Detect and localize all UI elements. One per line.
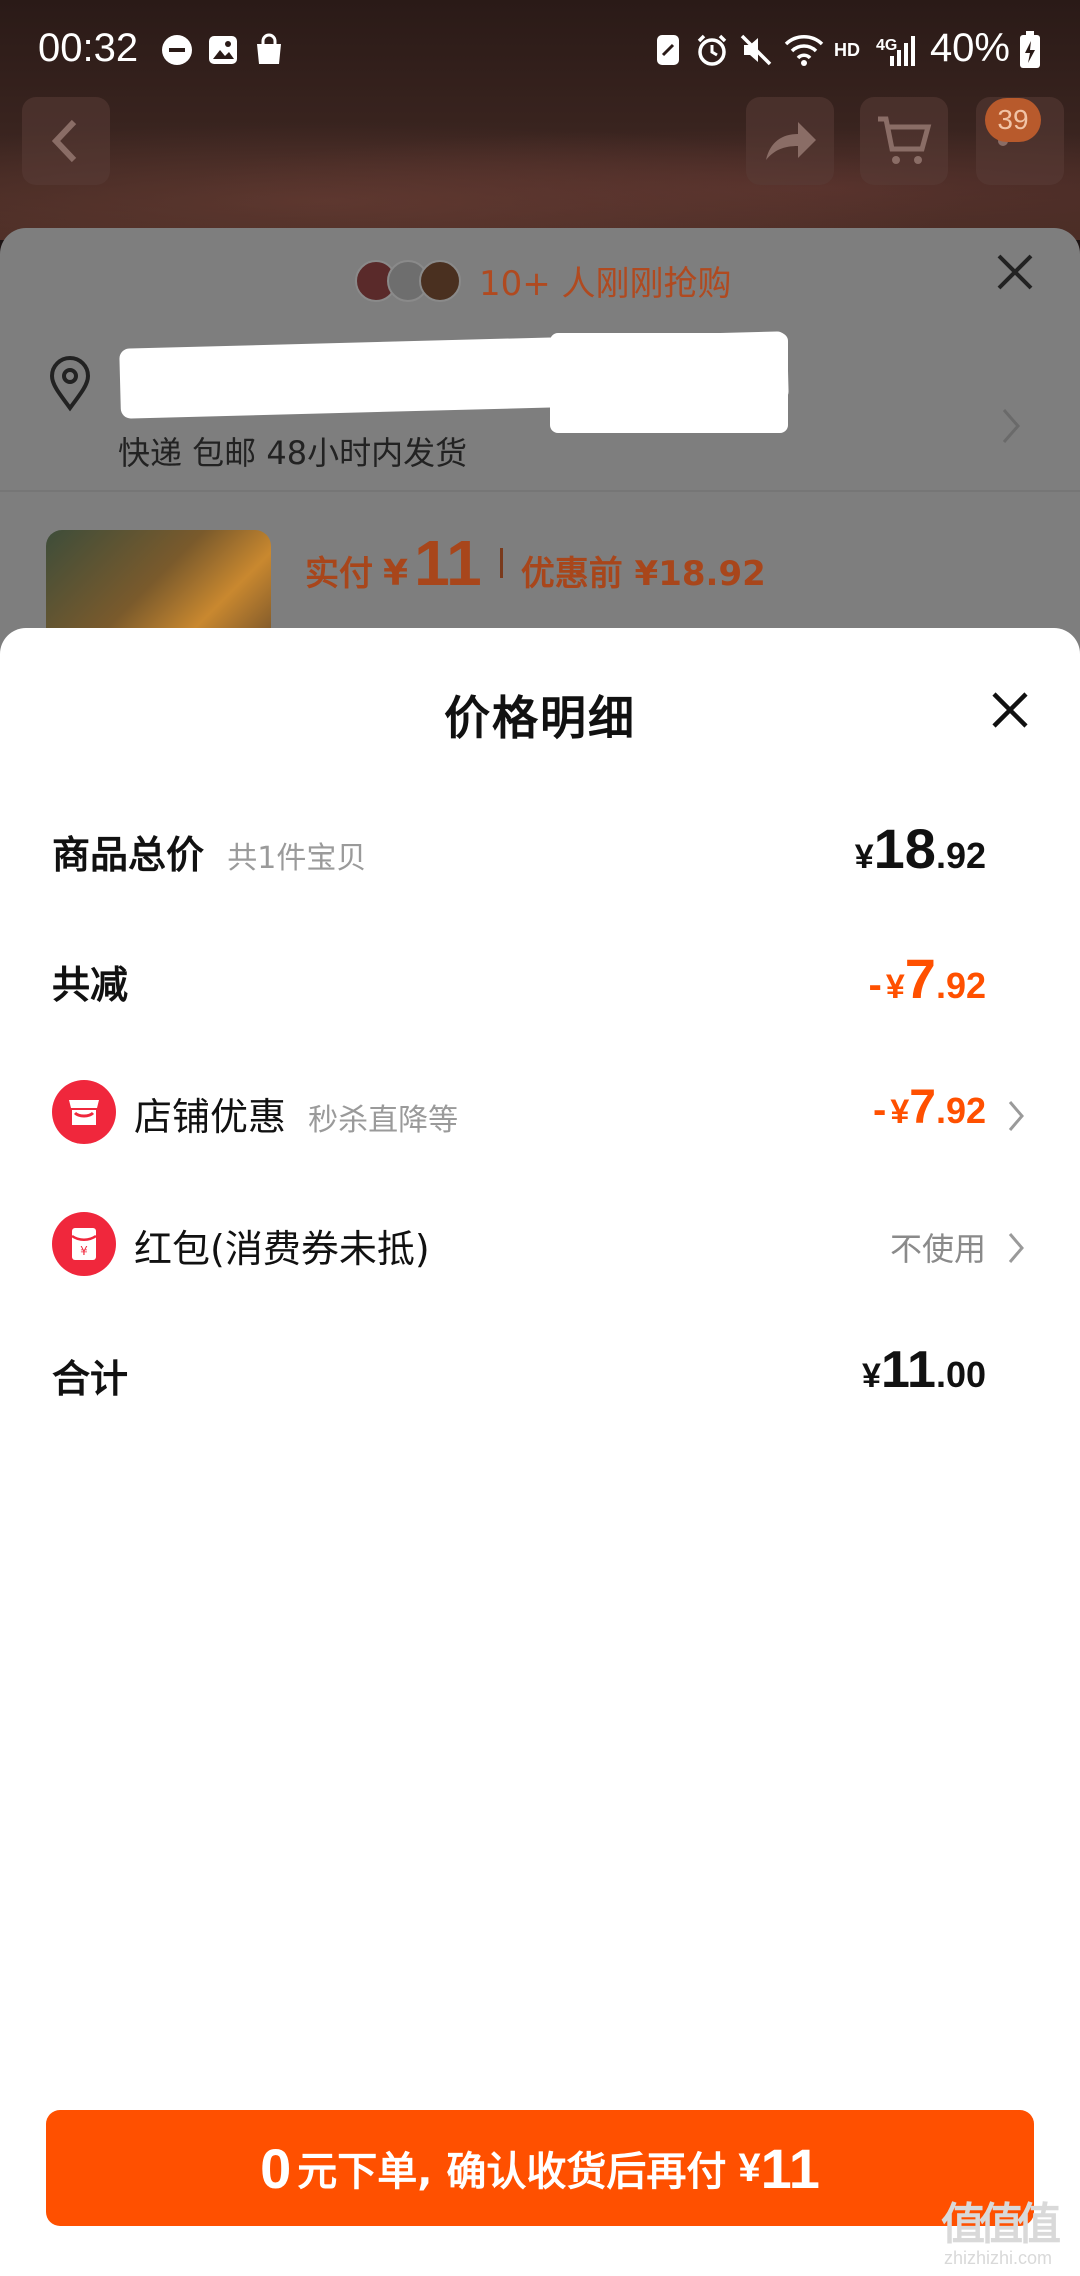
- grand-total-row: 合计 ¥ 11 .00: [0, 1334, 1080, 1414]
- chevron-right-icon: [1008, 1101, 1024, 1131]
- total-reduction-label: 共减: [52, 963, 129, 1007]
- minus-circle-icon: [160, 32, 194, 68]
- battery-charging-icon: [1018, 31, 1042, 68]
- cta-zero: 0: [260, 2136, 292, 2200]
- grand-total-price: ¥ 11 .00: [862, 1340, 986, 1400]
- battery-percent: 40%: [929, 26, 1010, 70]
- watermark-logo: 值值值: [941, 2199, 1061, 2250]
- divider: [499, 548, 503, 578]
- mute-icon: [738, 32, 774, 68]
- cart-icon: [878, 116, 932, 164]
- shop-discount-price: - ¥ 7 .92: [873, 1080, 986, 1135]
- red-packet-row[interactable]: ¥ 红包(消费券未抵) 不使用: [0, 1204, 1080, 1284]
- goods-count: 共1件宝贝: [227, 841, 367, 876]
- order-panel: 10+ 人刚刚抢购 快递 包邮 48小时内发货 实付 ¥ 11 优惠前 ¥18.…: [0, 228, 1080, 658]
- price-dec: .92: [935, 835, 986, 876]
- grand-total-label: 合计: [52, 1357, 129, 1401]
- price-detail-sheet: 价格明细 商品总价 共1件宝贝 ¥ 18 .92 共减 - ¥ 7 .92 店铺…: [0, 628, 1080, 2276]
- price-yen: ¥: [862, 1357, 881, 1395]
- wifi-icon: [784, 32, 824, 68]
- pre-discount-price: 优惠前 ¥18.92: [520, 554, 766, 594]
- price-int: 7: [909, 1081, 936, 1134]
- cart-button[interactable]: [860, 97, 948, 185]
- price-minus: -: [868, 963, 882, 1007]
- paid-label: 实付: [305, 554, 373, 594]
- recent-buyers-text: 10+ 人刚刚抢购: [479, 264, 732, 304]
- paid-price: 实付 ¥ 11 优惠前 ¥18.92: [305, 526, 766, 600]
- cart-count-badge: 39: [985, 98, 1041, 142]
- goods-total-label: 商品总价 共1件宝贝: [52, 824, 366, 879]
- status-time: 00:32: [38, 26, 139, 70]
- goods-total-price: ¥ 18 .92: [855, 816, 986, 881]
- shop-discount-sub: 秒杀直降等: [308, 1103, 459, 1138]
- paid-amount: 11: [414, 527, 482, 599]
- chevron-right-icon[interactable]: [1000, 406, 1022, 446]
- share-button[interactable]: [746, 97, 834, 185]
- recent-buyers: 10+ 人刚刚抢购: [355, 256, 732, 305]
- back-icon: [51, 119, 77, 163]
- price-dec: .92: [935, 1090, 986, 1131]
- close-icon[interactable]: [993, 250, 1037, 294]
- shop-discount-row[interactable]: 店铺优惠 秒杀直降等 - ¥ 7 .92: [0, 1072, 1080, 1152]
- price-yen: ¥: [890, 1093, 910, 1131]
- signal-icon: [888, 32, 918, 68]
- cta-amount: 11: [760, 2136, 820, 2200]
- status-bar: 00:32 HD 4G 40%: [0, 0, 1080, 100]
- share-icon: [766, 122, 816, 160]
- shop-discount-label-text: 店铺优惠: [134, 1095, 287, 1139]
- cta-text: 元下单, 确认收货后再付: [297, 2149, 727, 2195]
- price-minus: -: [873, 1088, 887, 1132]
- chevron-right-icon: [1008, 1233, 1024, 1263]
- divider: [0, 490, 1080, 492]
- goods-total-row: 商品总价 共1件宝贝 ¥ 18 .92: [0, 816, 1080, 886]
- address-redacted: [550, 333, 788, 433]
- avatar: [419, 259, 461, 302]
- total-reduction-row: 共减 - ¥ 7 .92: [0, 946, 1080, 1016]
- network-hd-label: HD: [834, 39, 860, 60]
- red-packet-label: 红包(消费券未抵): [134, 1227, 430, 1271]
- alarm-icon: [694, 32, 730, 68]
- price-yen: ¥: [854, 838, 874, 876]
- price-int: 7: [904, 947, 936, 1010]
- shopping-bag-icon: [252, 32, 286, 68]
- place-order-button[interactable]: 0 元下单, 确认收货后再付 ¥ 11: [46, 2110, 1034, 2226]
- goods-total-label-text: 商品总价: [52, 833, 205, 877]
- watermark: 值值值 zhizhizhi.com: [928, 2188, 1068, 2269]
- svg-text:¥: ¥: [80, 1244, 88, 1258]
- price-int: 18: [873, 817, 936, 880]
- price-dec: .00: [935, 1354, 986, 1395]
- watermark-url: zhizhizhi.com: [943, 2248, 1053, 2268]
- close-icon[interactable]: [990, 690, 1030, 730]
- shop-discount-label: 店铺优惠 秒杀直降等: [134, 1086, 458, 1141]
- back-button[interactable]: [22, 97, 110, 185]
- paid-yen: ¥: [383, 553, 409, 594]
- sheet-title: 价格明细: [444, 691, 636, 745]
- red-packet-icon: ¥: [52, 1212, 116, 1276]
- price-yen: ¥: [885, 968, 905, 1006]
- cta-yen: ¥: [738, 2145, 761, 2190]
- image-icon: [206, 32, 240, 68]
- red-packet-value: 不使用: [889, 1230, 986, 1268]
- shipping-info: 快递 包邮 48小时内发货: [118, 434, 468, 472]
- price-dec: .92: [935, 965, 986, 1006]
- location-pin-icon: [49, 356, 91, 412]
- price-int: 11: [880, 1341, 936, 1399]
- nfc-icon: [654, 32, 682, 68]
- shop-icon: [52, 1080, 116, 1144]
- total-reduction-price: - ¥ 7 .92: [869, 946, 986, 1011]
